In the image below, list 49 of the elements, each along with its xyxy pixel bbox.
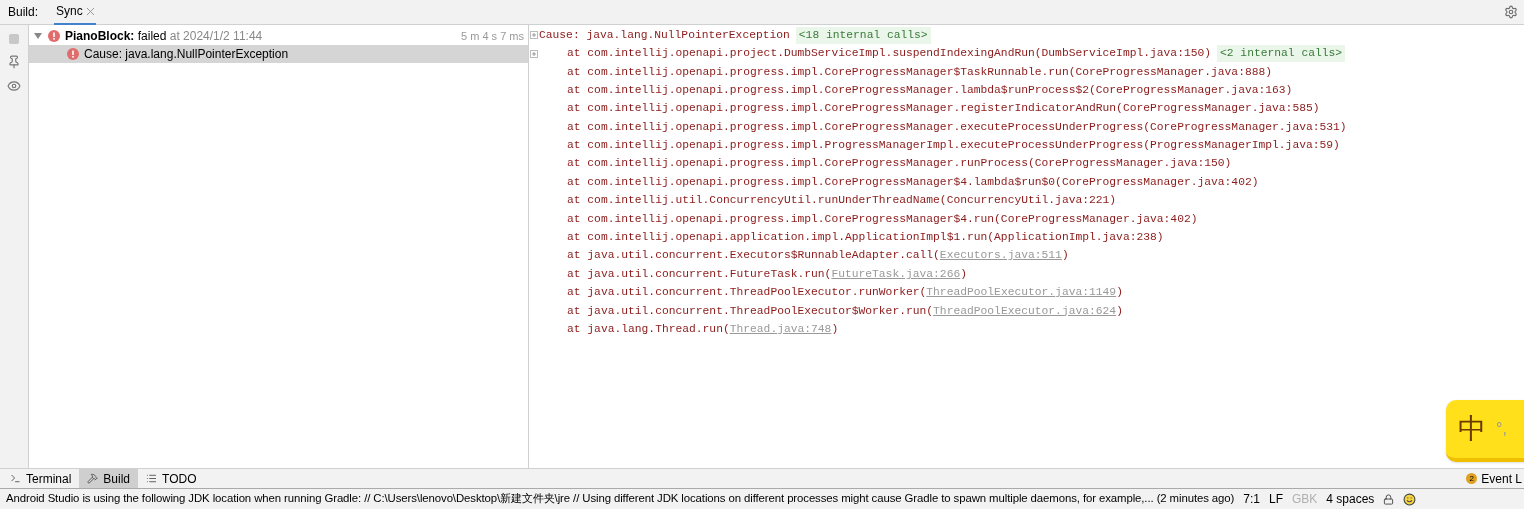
build-status: PianoBlock: failed at 2024/1/2 11:44 [65, 28, 263, 45]
stack-trace-line: at com.intellij.openapi.progress.impl.CoreProgressManager$TaskRunnable.run(CoreProgressManager.java:888) [567, 65, 1273, 78]
fold-icon[interactable] [530, 49, 538, 58]
stack-trace-line: at java.util.concurrent.FutureTask.run(FutureTask.java:266) [567, 267, 967, 280]
settings-icon[interactable] [1504, 5, 1518, 19]
ime-toolbar[interactable]: 中 °, [1446, 400, 1524, 462]
stack-trace-line: at java.util.concurrent.Executors$RunnableAdapter.call(Executors.java:511) [567, 249, 1069, 262]
input-mode[interactable]: 中 [1458, 408, 1486, 450]
terminal-icon [10, 473, 21, 484]
panel-label: Build: [8, 4, 39, 21]
status-item[interactable]: 4 spaces [1326, 490, 1375, 508]
stack-trace-line: at com.intellij.openapi.progress.impl.CoreProgressManager.executeProcessUnderProgress(CoreProgressManager.java:531) [567, 120, 1347, 133]
event-log-button[interactable]: 2 Event L [1466, 469, 1522, 488]
tool-window-button[interactable]: Build [79, 468, 139, 489]
close-icon[interactable] [86, 7, 94, 15]
hammer-icon [87, 473, 99, 484]
stack-trace-line: at com.intellij.openapi.progress.impl.CoreProgressManager.lambda$runProcess$2(CoreProgressManager.java:163) [567, 83, 1293, 96]
status-item[interactable]: LF [1268, 490, 1283, 508]
pin-icon[interactable] [7, 55, 21, 69]
internal-calls[interactable]: <2 internal calls> [1217, 45, 1346, 63]
notification-count: 2 [1466, 473, 1478, 484]
stack-trace-line: at com.intellij.openapi.progress.impl.CoreProgressManager$4.lambda$run$0(CoreProgressManager.java:402) [567, 175, 1259, 188]
error-icon [48, 30, 60, 42]
duration: 5 m 4 s 7 ms [461, 28, 524, 44]
stack-trace-line: at com.intellij.openapi.application.impl.ApplicationImpl$1.run(ApplicationImpl.java:238) [567, 231, 1164, 243]
lock-icon[interactable] [1383, 493, 1395, 505]
stack-trace-line: at java.lang.Thread.run(Thread.java:748) [567, 322, 839, 335]
tree-item[interactable]: PianoBlock: failed at 2024/1/2 11:44 5 m 4 s 7 ms [29, 27, 528, 45]
expand-arrow-icon[interactable] [34, 32, 42, 40]
stack-trace-line: at com.intellij.openapi.progress.impl.CoreProgressManager.runProcess(CoreProgressManager.java:150) [567, 157, 1232, 170]
smiley-icon[interactable] [1403, 492, 1417, 506]
stack-trace-line: at com.intellij.openapi.progress.impl.CoreProgressManager$4.run(CoreProgressManager.java:402) [567, 212, 1198, 225]
stack-trace-line: at com.intellij.openapi.progress.impl.CoreProgressManager.registerIndicatorAndRun(CoreProgressManager.java:585) [567, 102, 1320, 115]
fold-icon[interactable] [530, 31, 538, 40]
list-icon [146, 473, 158, 484]
status-item[interactable]: 7:1 [1243, 490, 1260, 508]
tree-item[interactable]: Cause: java.lang.NullPointerException [29, 45, 528, 63]
error-icon [67, 48, 79, 60]
stack-trace-line: at java.util.concurrent.ThreadPoolExecutor.runWorker(ThreadPoolExecutor.java:1149) [567, 286, 1123, 299]
tool-window-button[interactable]: TODO [138, 468, 205, 489]
eye-icon[interactable] [7, 79, 21, 93]
internal-calls[interactable]: <18 internal calls> [795, 26, 931, 44]
stack-trace-line: at com.intellij.openapi.progress.impl.ProgressManagerImpl.executeProcessUnderProgress(ProgressManagerImpl.java:59) [567, 139, 1340, 152]
status-message[interactable]: Android Studio is using the following JDK location when running Gradle: // C:\Users\lenovo\Desktop\新建文件夹\jre // Using different JDK locations on different processes might cause Gradle to spawn multiple daemons, for example,... (2 minutes ago) [6, 490, 1235, 508]
stack-trace-line: Cause: java.lang.NullPointerException [539, 28, 790, 41]
tool-window-button[interactable]: Terminal [2, 468, 80, 489]
stack-trace-line: at com.intellij.openapi.project.DumbServiceImpl.suspendIndexingAndRun(DumbServiceImpl.java:150) [567, 47, 1212, 60]
stack-trace-line: at com.intellij.util.ConcurrencyUtil.runUnderThreadName(ConcurrencyUtil.java:221) [567, 194, 1117, 207]
stack-trace-line: at java.util.concurrent.ThreadPoolExecutor$Worker.run(ThreadPoolExecutor.java:624) [567, 304, 1123, 317]
